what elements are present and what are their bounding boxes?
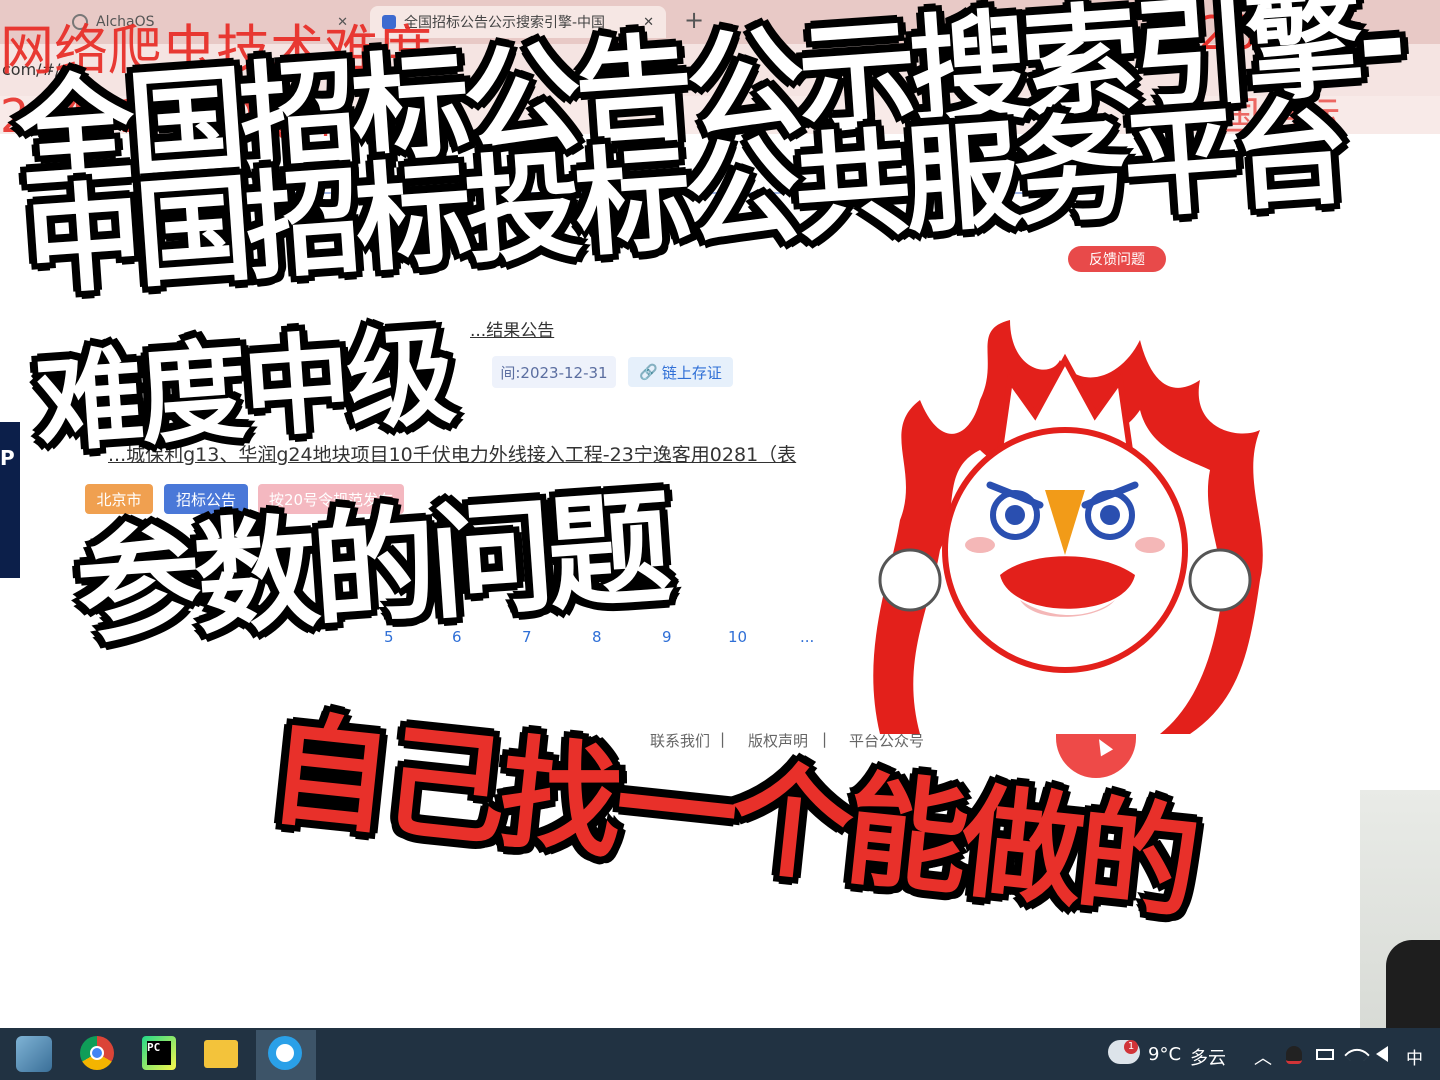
chain-label: 链上存证: [661, 363, 722, 382]
angry-mascot-icon: [860, 320, 1272, 734]
qq-tray-icon[interactable]: [1286, 1046, 1302, 1064]
webcam-overlay: [1360, 790, 1440, 1028]
weather-temp[interactable]: 9°C: [1148, 1044, 1181, 1065]
chain-evidence-button[interactable]: 🔗 链上存证: [628, 357, 733, 387]
left-cheek: [965, 537, 995, 553]
left-side-badge: P: [0, 446, 15, 470]
page-9[interactable]: 9: [662, 628, 672, 646]
person-silhouette: [1386, 940, 1440, 1028]
listing-date-text: 间:2023-12-31: [500, 363, 608, 382]
headline-line-4: 参数的问题: [70, 447, 671, 668]
chrome-icon[interactable]: [80, 1036, 114, 1070]
page-ellipsis: ...: [800, 628, 815, 646]
tray-chevron-icon[interactable]: ︿: [1254, 1044, 1272, 1070]
weather-desc[interactable]: 多云: [1190, 1044, 1226, 1070]
start-app-icon[interactable]: [16, 1036, 52, 1072]
listing-title-1[interactable]: ...结果公告: [470, 316, 554, 341]
headline-line-3-text: 难度中级: [31, 313, 456, 468]
right-cheek: [1135, 537, 1165, 553]
headline-line-4-text: 参数的问题: [72, 476, 671, 662]
battery-icon[interactable]: [1316, 1049, 1334, 1060]
listing-date-1: 间:2023-12-31: [492, 356, 616, 388]
link-icon: 🔗: [639, 363, 658, 381]
right-fist: [1188, 548, 1252, 612]
weather-badge: 1: [1124, 1040, 1138, 1054]
input-method-indicator[interactable]: 中: [1406, 1044, 1423, 1069]
volume-icon[interactable]: [1376, 1046, 1388, 1062]
page-10[interactable]: 10: [728, 628, 747, 646]
file-explorer-icon[interactable]: [204, 1040, 238, 1068]
pycharm-icon[interactable]: PC: [142, 1036, 176, 1070]
left-fist: [878, 548, 942, 612]
headline-line-3: 难度中级: [30, 289, 456, 474]
browser-app-icon[interactable]: [268, 1036, 302, 1070]
